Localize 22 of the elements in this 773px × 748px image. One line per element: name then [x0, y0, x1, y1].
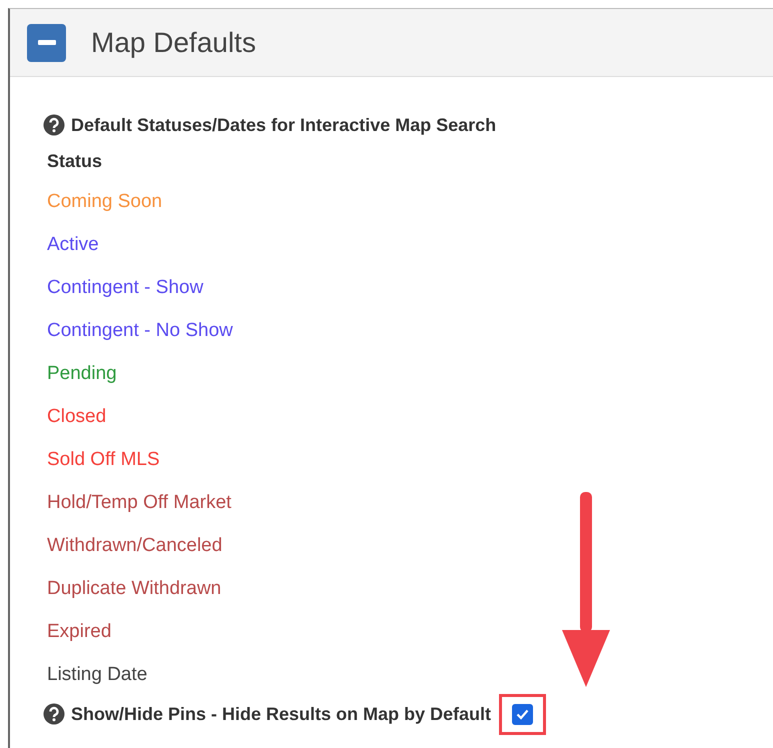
minus-icon [38, 40, 56, 46]
status-option[interactable]: Listing Date [43, 653, 773, 696]
status-option[interactable]: Duplicate Withdrawn [43, 567, 773, 610]
status-option[interactable]: Pending [43, 352, 773, 395]
hide-pins-checkbox[interactable] [512, 704, 534, 724]
checkmark-icon [516, 708, 530, 720]
panel-title: Map Defaults [91, 26, 256, 58]
status-option[interactable]: Contingent - Show [43, 266, 773, 309]
section-heading: Default Statuses/Dates for Interactive Map Search [71, 114, 496, 136]
down-arrow-icon [560, 492, 612, 687]
status-option[interactable]: Withdrawn/Canceled [43, 524, 773, 567]
status-option[interactable]: Hold/Temp Off Market [43, 481, 773, 524]
help-icon[interactable] [43, 114, 65, 136]
status-option[interactable]: Active [43, 223, 773, 266]
status-option[interactable]: Expired [43, 610, 773, 653]
hide-pins-label: Show/Hide Pins - Hide Results on Map by Default [71, 704, 492, 724]
status-label: Status [46, 150, 104, 173]
help-icon[interactable] [43, 703, 65, 725]
status-option[interactable]: Contingent - No Show [43, 309, 773, 352]
status-option[interactable]: Sold Off MLS [43, 438, 773, 481]
status-option[interactable]: Closed [43, 395, 773, 438]
collapse-button[interactable] [27, 24, 66, 62]
